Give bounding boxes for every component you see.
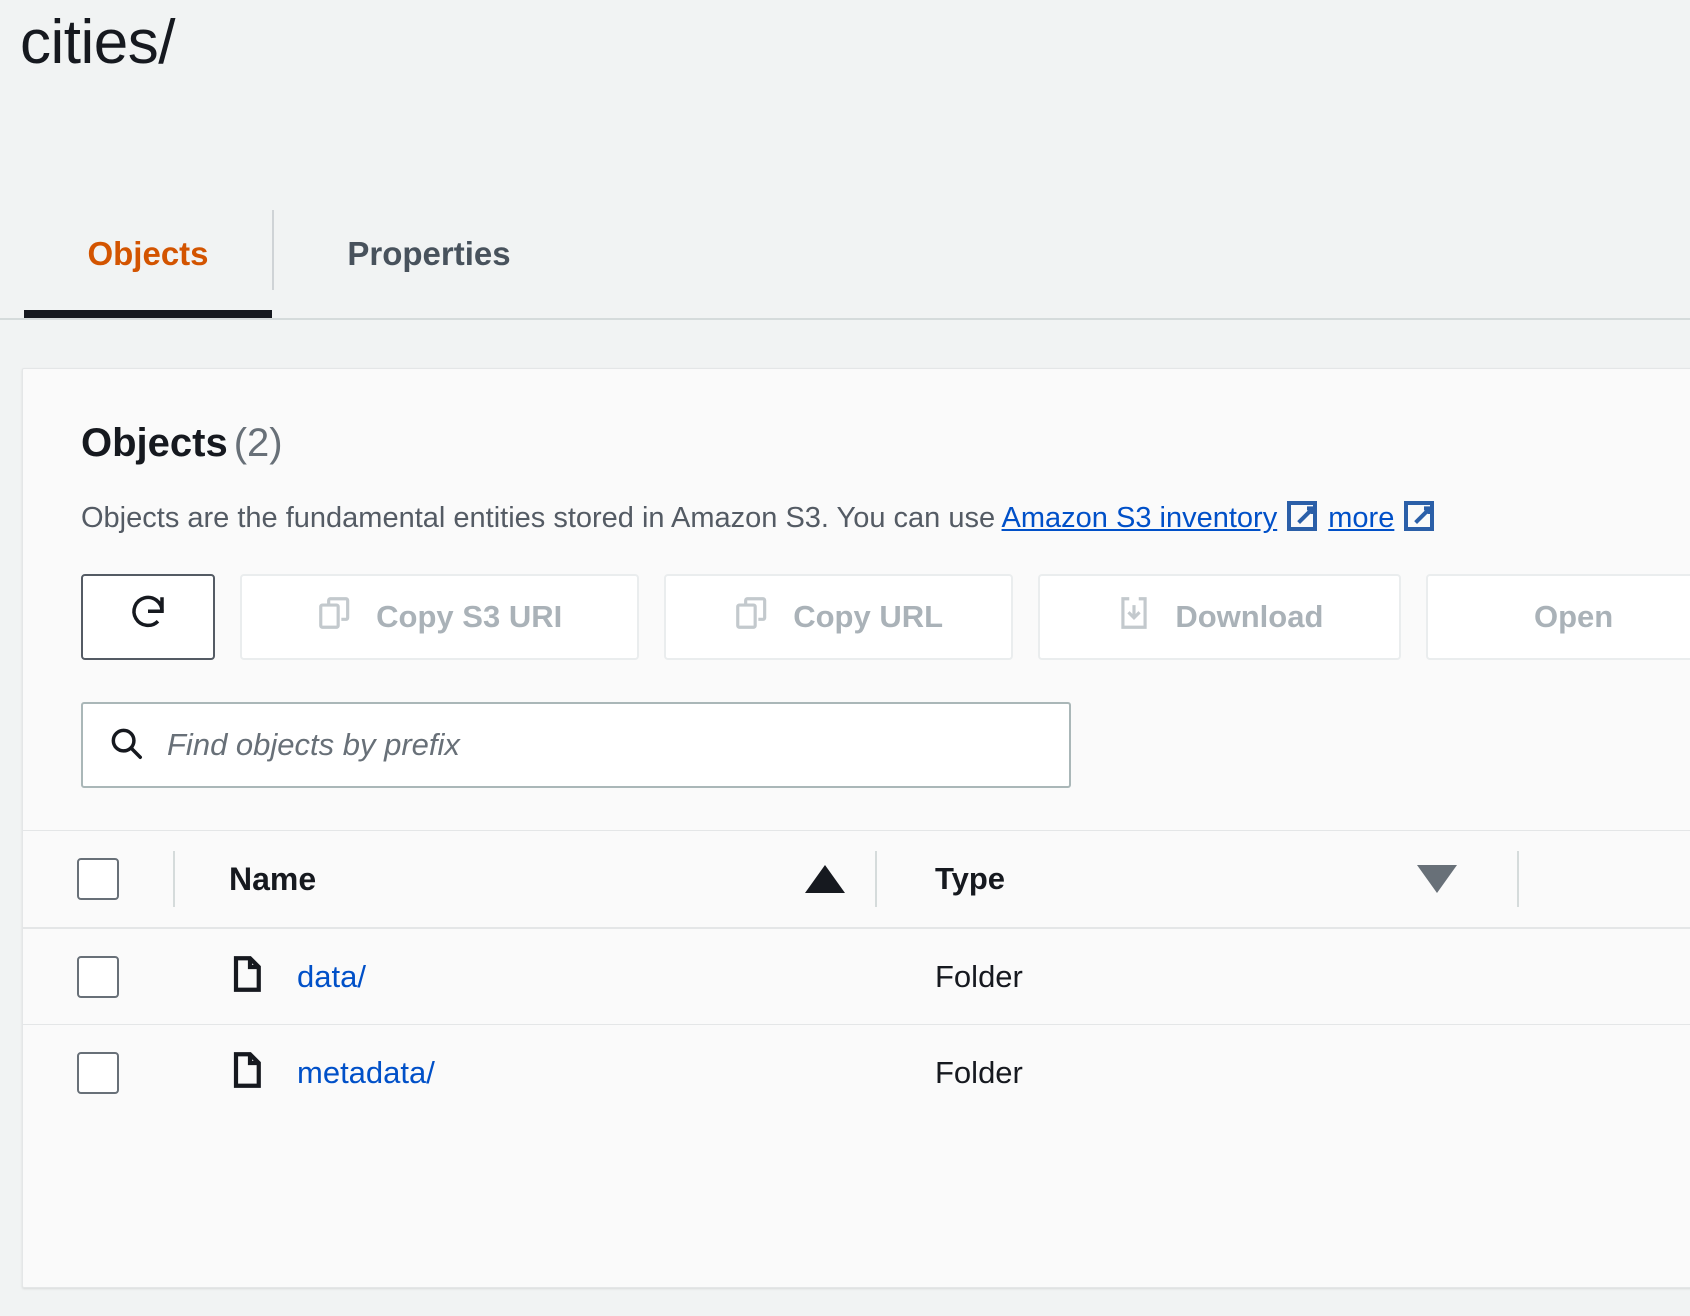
row-type-value: Folder xyxy=(935,958,1023,994)
download-label: Download xyxy=(1175,599,1324,634)
objects-heading-text: Objects xyxy=(81,421,228,465)
objects-table: Name Type data/ Folder metadata/ Folder xyxy=(23,830,1690,1120)
objects-description: Objects are the fundamental entities sto… xyxy=(81,489,1690,552)
search-icon xyxy=(107,724,145,767)
column-header-name[interactable]: Name xyxy=(175,861,875,898)
table-row[interactable]: metadata/ Folder xyxy=(23,1024,1690,1120)
column-header-type[interactable]: Type xyxy=(877,861,1517,897)
header-divider-3 xyxy=(1517,851,1519,907)
folder-icon xyxy=(229,953,271,1000)
select-all-cell xyxy=(23,858,173,900)
s3-objects-page: cities/ Objects Properties Objects (2) Ob… xyxy=(0,0,1690,1316)
row-select-cell xyxy=(23,955,173,998)
refresh-icon xyxy=(127,592,169,642)
copy-s3-uri-button[interactable]: Copy S3 URI xyxy=(239,574,639,660)
row-type-cell-2: Folder xyxy=(877,1055,1517,1091)
row-type-cell: Folder xyxy=(877,959,1517,995)
amazon-s3-inventory-link[interactable]: Amazon S3 inventory xyxy=(1002,502,1278,534)
copy-icon xyxy=(316,594,354,640)
table-header-row: Name Type xyxy=(23,830,1690,928)
row-checkbox-2[interactable] xyxy=(77,1051,119,1094)
tab-properties[interactable]: Properties xyxy=(274,190,584,318)
search-area: Find objects by prefix xyxy=(23,702,1690,788)
tab-objects-label: Objects xyxy=(87,235,209,272)
download-icon xyxy=(1115,594,1153,640)
open-button[interactable]: Open xyxy=(1426,574,1690,660)
object-link[interactable]: data/ xyxy=(297,959,366,995)
external-link-icon xyxy=(1286,494,1318,552)
search-placeholder: Find objects by prefix xyxy=(167,727,460,762)
open-label: Open xyxy=(1533,599,1614,634)
page-title: cities/ xyxy=(20,8,175,77)
objects-panel: Objects (2) Objects are the fundamental e… xyxy=(22,368,1690,1288)
objects-action-bar: Copy S3 URI Copy URL Download Open xyxy=(23,574,1690,660)
tab-properties-label: Properties xyxy=(347,235,511,272)
external-link-icon-2 xyxy=(1403,494,1435,552)
tab-bar: Objects Properties xyxy=(0,190,1690,320)
copy-icon-2 xyxy=(733,594,771,640)
column-header-type-label: Type xyxy=(935,861,1006,896)
tab-bar-bottom-border xyxy=(0,318,1690,320)
learn-more-link[interactable]: more xyxy=(1328,502,1394,534)
select-all-checkbox[interactable] xyxy=(77,858,119,900)
tab-objects[interactable]: Objects xyxy=(24,190,272,318)
row-type-value-2: Folder xyxy=(935,1054,1023,1090)
download-button[interactable]: Download xyxy=(1037,574,1402,660)
copy-url-button[interactable]: Copy URL xyxy=(663,574,1013,660)
row-checkbox[interactable] xyxy=(77,955,119,998)
folder-icon-2 xyxy=(229,1049,271,1096)
search-input[interactable]: Find objects by prefix xyxy=(81,702,1071,788)
objects-panel-header: Objects (2) Objects are the fundamental e… xyxy=(23,369,1690,552)
copy-url-label: Copy URL xyxy=(793,599,944,634)
row-name-cell-2: metadata/ xyxy=(175,1049,875,1096)
row-select-cell-2 xyxy=(23,1051,173,1094)
refresh-button[interactable] xyxy=(81,574,215,660)
objects-count: (2) xyxy=(233,421,283,465)
active-tab-indicator xyxy=(24,310,272,318)
objects-heading: Objects (2) xyxy=(81,423,1690,463)
table-row[interactable]: data/ Folder xyxy=(23,928,1690,1024)
sort-none-icon[interactable] xyxy=(1417,865,1457,893)
column-header-name-label: Name xyxy=(229,860,317,897)
object-link-2[interactable]: metadata/ xyxy=(297,1055,435,1091)
row-name-cell: data/ xyxy=(175,953,875,1000)
sort-ascending-icon[interactable] xyxy=(805,865,845,893)
description-text-1: Objects are the fundamental entities sto… xyxy=(81,502,1002,534)
copy-s3-uri-label: Copy S3 URI xyxy=(376,599,563,634)
